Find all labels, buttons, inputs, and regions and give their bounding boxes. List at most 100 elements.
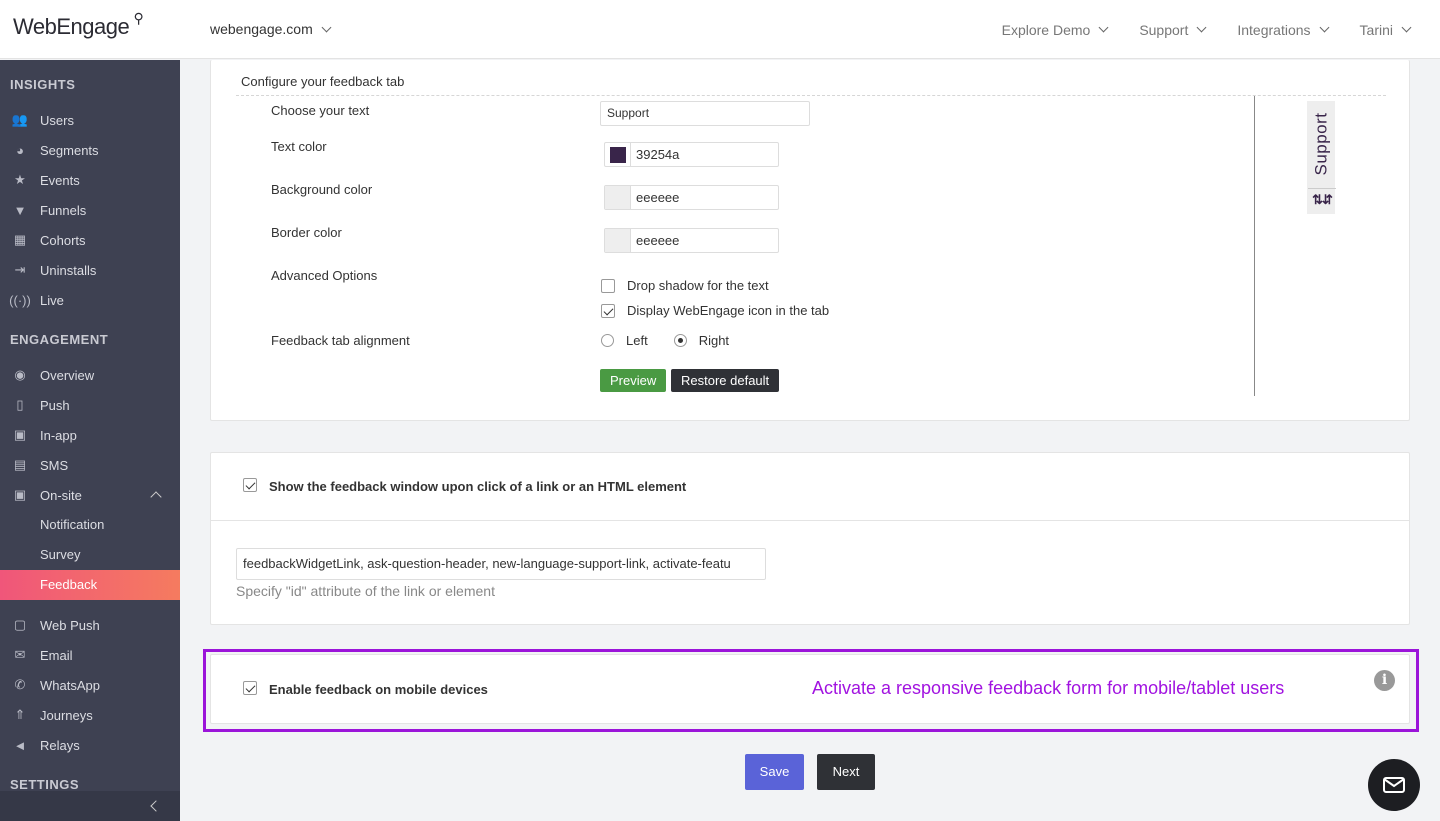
- element-ids-hint: Specify "id" attribute of the link or el…: [236, 583, 495, 599]
- funnel-icon: ▼: [13, 202, 27, 218]
- nav-support[interactable]: Support: [1123, 22, 1221, 38]
- align-left-radio[interactable]: [601, 334, 614, 347]
- sidebar-item-label: WhatsApp: [40, 677, 100, 693]
- sidebar-item-on-site[interactable]: ▣ On-site: [0, 480, 180, 510]
- border-color-swatch[interactable]: [605, 229, 631, 252]
- drop-shadow-checkbox[interactable]: [601, 278, 615, 293]
- webengage-tab-icon: ⇅⇵: [1312, 192, 1333, 207]
- nav-label: Integrations: [1237, 21, 1311, 38]
- sidebar-item-label: Events: [40, 172, 80, 188]
- sidebar-collapse-button[interactable]: [0, 791, 180, 821]
- preview-button[interactable]: Preview: [600, 369, 667, 392]
- bg-color-input[interactable]: eeeeee: [604, 185, 779, 210]
- chat-icon: ▤: [13, 457, 27, 472]
- top-bar: WebEngage ⚲ webengage.com Explore Demo S…: [0, 0, 1440, 59]
- sidebar-item-label: Segments: [40, 142, 99, 158]
- preview-tab-separator: [1308, 188, 1336, 189]
- site-selector[interactable]: webengage.com: [210, 21, 332, 37]
- chevron-down-icon: [1401, 22, 1412, 33]
- sidebar-item-survey[interactable]: Survey: [0, 540, 180, 570]
- chevron-down-icon: [321, 22, 332, 32]
- next-button[interactable]: Next: [817, 754, 875, 790]
- restore-default-button[interactable]: Restore default: [671, 369, 780, 392]
- sidebar-item-feedback[interactable]: Feedback: [0, 570, 180, 600]
- chevron-down-icon: [1196, 22, 1207, 33]
- onsite-icon: ▣: [13, 487, 27, 502]
- drop-shadow-option: Drop shadow for the text: [601, 278, 769, 293]
- users-icon: 👥: [11, 112, 29, 127]
- mail-icon: [1383, 777, 1405, 793]
- sidebar-item-journeys[interactable]: ⇑ Journeys: [0, 700, 180, 730]
- sidebar: INSIGHTS 👥 Users ◕ Segments ★ Events ▼ Funne…: [0, 60, 180, 821]
- chevron-up-icon: [150, 491, 162, 503]
- sidebar-item-label: Relays: [40, 737, 80, 753]
- link-trigger-header: Show the feedback window upon click of a…: [211, 453, 1409, 521]
- bg-color-value: eeeeee: [636, 190, 680, 205]
- bg-color-swatch[interactable]: [605, 186, 631, 209]
- sidebar-item-relays[interactable]: ◄ Relays: [0, 730, 180, 760]
- sidebar-item-uninstalls[interactable]: ⇥ Uninstalls: [0, 255, 180, 285]
- info-icon[interactable]: i: [1374, 670, 1395, 691]
- phone-icon: ▣: [13, 427, 27, 442]
- sidebar-item-overview[interactable]: ◉ Overview: [0, 360, 180, 390]
- save-button[interactable]: Save: [745, 754, 804, 790]
- text-color-input[interactable]: 39254a: [604, 142, 779, 167]
- messenger-button[interactable]: [1368, 759, 1420, 811]
- webengage-logo[interactable]: WebEngage ⚲: [13, 10, 144, 40]
- sidebar-item-label: Users: [40, 112, 74, 128]
- link-trigger-label: Show the feedback window upon click of a…: [269, 479, 687, 494]
- whatsapp-icon: ✆: [14, 677, 26, 692]
- border-color-value: eeeeee: [636, 233, 680, 248]
- broadcast-icon: ((·)): [9, 292, 31, 308]
- choose-text-label: Choose your text: [271, 103, 370, 118]
- sidebar-item-segments[interactable]: ◕ Segments: [0, 135, 180, 165]
- sidebar-item-label: Uninstalls: [40, 262, 97, 278]
- sidebar-section-insights: INSIGHTS: [10, 77, 76, 92]
- align-left-label: Left: [626, 333, 648, 348]
- display-icon-checkbox[interactable]: [601, 303, 615, 318]
- advanced-options-label: Advanced Options: [271, 268, 378, 283]
- nav-explore-demo[interactable]: Explore Demo: [986, 22, 1124, 38]
- nav-label: Explore Demo: [1001, 21, 1091, 38]
- configure-tab-card: Configure your feedback tab Choose your …: [210, 60, 1410, 421]
- sidebar-item-notification[interactable]: Notification: [0, 510, 180, 540]
- element-ids-input[interactable]: feedbackWidgetLink, ask-question-header,…: [236, 548, 766, 580]
- nav-user-menu[interactable]: Tarini: [1344, 22, 1440, 38]
- card-title: Configure your feedback tab: [241, 74, 405, 89]
- nav-label: Support: [1139, 21, 1189, 38]
- sidebar-item-label: Email: [40, 647, 73, 663]
- sidebar-item-whatsapp[interactable]: ✆ WhatsApp: [0, 670, 180, 700]
- border-color-input[interactable]: eeeeee: [604, 228, 779, 253]
- sidebar-item-events[interactable]: ★ Events: [0, 165, 180, 195]
- divider: [236, 95, 1386, 96]
- rocket-icon: ⇑: [14, 707, 26, 722]
- drop-shadow-label: Drop shadow for the text: [627, 278, 769, 293]
- sidebar-item-web-push[interactable]: ▢ Web Push: [0, 610, 180, 640]
- display-icon-label: Display WebEngage icon in the tab: [627, 303, 830, 318]
- align-right-radio[interactable]: [673, 334, 687, 347]
- logo-text: WebEngage: [13, 14, 130, 39]
- preview-tab-text-wrap: Support: [1308, 102, 1336, 186]
- tab-text-input[interactable]: Support: [600, 101, 810, 126]
- annotation-text: Activate a responsive feedback form for …: [812, 678, 1285, 698]
- sidebar-item-email[interactable]: ✉ Email: [0, 640, 180, 670]
- sidebar-item-label: Cohorts: [40, 232, 86, 248]
- border-color-label: Border color: [271, 225, 342, 240]
- link-trigger-checkbox[interactable]: [243, 478, 257, 492]
- top-nav: Explore Demo Support Integrations Tarini: [986, 0, 1440, 59]
- sidebar-item-in-app[interactable]: ▣ In-app: [0, 420, 180, 450]
- sidebar-item-cohorts[interactable]: ▦ Cohorts: [0, 225, 180, 255]
- sidebar-item-users[interactable]: 👥 Users: [0, 105, 180, 135]
- sidebar-item-push[interactable]: ▯ Push: [0, 390, 180, 420]
- logo-mark-icon: ⚲: [133, 10, 144, 26]
- sidebar-item-sms[interactable]: ▤ SMS: [0, 450, 180, 480]
- sidebar-item-live[interactable]: ((·)) Live: [0, 285, 180, 315]
- sidebar-item-label: SMS: [40, 457, 69, 473]
- sidebar-item-funnels[interactable]: ▼ Funnels: [0, 195, 180, 225]
- site-name: webengage.com: [210, 21, 313, 37]
- text-color-swatch[interactable]: [605, 143, 631, 166]
- mail-icon: ✉: [14, 647, 26, 662]
- preview-divider: [1254, 96, 1255, 396]
- sidebar-item-label: Live: [40, 292, 64, 308]
- nav-integrations[interactable]: Integrations: [1221, 22, 1343, 38]
